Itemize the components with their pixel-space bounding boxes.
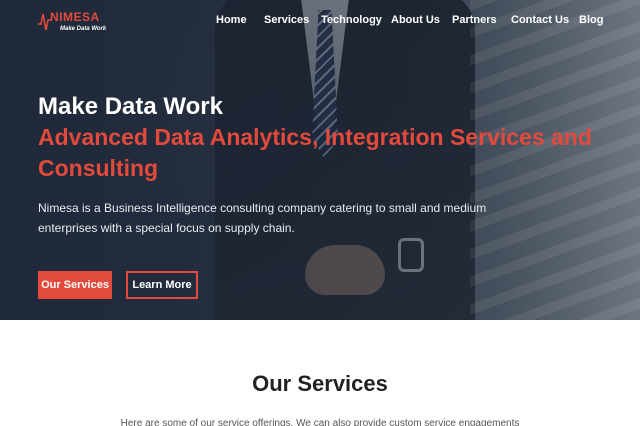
hero-description: Nimesa is a Business Intelligence consul… <box>38 201 487 235</box>
nav-item-blog[interactable]: Blog <box>579 14 603 26</box>
nav-item-technology[interactable]: Technology <box>321 14 382 26</box>
brand-name: NIMESA <box>50 10 100 24</box>
nav-item-home[interactable]: Home <box>216 14 247 26</box>
brand-tagline: Make Data Work <box>60 26 107 32</box>
hero-subheading: Advanced Data Analytics, Integration Ser… <box>38 124 592 181</box>
hero-heading: Make Data Work <box>38 93 223 120</box>
nav-item-contact-us[interactable]: Contact Us <box>511 14 569 26</box>
services-intro: Here are some of our service offerings. … <box>120 418 520 426</box>
brand-logo[interactable]: NIMESA Make Data Work <box>38 6 108 38</box>
learn-more-button[interactable]: Learn More <box>126 271 198 299</box>
nav-item-services[interactable]: Services <box>264 14 309 26</box>
page: NIMESA Make Data Work Home Services Tech… <box>0 0 640 426</box>
nav-item-about-us[interactable]: About Us <box>391 14 440 26</box>
our-services-button[interactable]: Our Services <box>38 271 112 299</box>
services-title: Our Services <box>252 371 388 396</box>
top-navbar: NIMESA Make Data Work Home Services Tech… <box>0 0 640 44</box>
nav-item-partners[interactable]: Partners <box>452 14 497 26</box>
hero-content: Make Data Work Advanced Data Analytics, … <box>38 92 598 238</box>
